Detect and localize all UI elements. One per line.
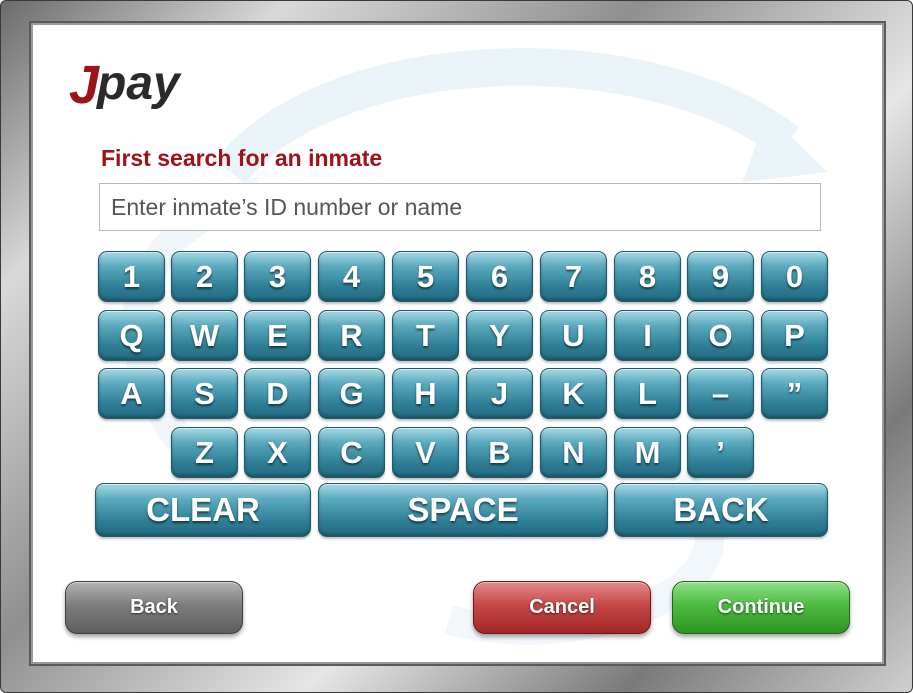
back-button-label: Back bbox=[130, 596, 178, 618]
key-6[interactable]: 6 bbox=[466, 251, 533, 302]
key-3[interactable]: 3 bbox=[244, 251, 311, 302]
backspace-key[interactable]: BACK bbox=[614, 483, 828, 537]
inmate-search-input[interactable] bbox=[99, 183, 821, 231]
key-c[interactable]: C bbox=[318, 427, 385, 478]
key-g[interactable]: G bbox=[318, 368, 385, 419]
key-e[interactable]: E bbox=[244, 310, 311, 361]
space-key[interactable]: SPACE bbox=[318, 483, 608, 537]
key-m[interactable]: M bbox=[614, 427, 681, 478]
key-z[interactable]: Z bbox=[171, 427, 238, 478]
key-i[interactable]: I bbox=[614, 310, 681, 361]
key-hyphen[interactable]: – bbox=[687, 368, 754, 419]
search-heading: First search for an inmate bbox=[101, 145, 383, 171]
key-5[interactable]: 5 bbox=[392, 251, 459, 302]
back-button[interactable]: Back bbox=[65, 581, 243, 634]
key-apostrophe[interactable]: ’ bbox=[687, 427, 754, 478]
key-w[interactable]: W bbox=[171, 310, 238, 361]
key-y[interactable]: Y bbox=[466, 310, 533, 361]
logo-letters-pay: pay bbox=[95, 57, 182, 110]
key-k[interactable]: K bbox=[540, 368, 607, 419]
key-h[interactable]: H bbox=[392, 368, 459, 419]
key-r[interactable]: R bbox=[318, 310, 385, 361]
key-9[interactable]: 9 bbox=[687, 251, 754, 302]
jpay-logo: J pay bbox=[69, 55, 182, 115]
kiosk-frame: J pay First search for an inmate 1 2 3 4… bbox=[0, 0, 913, 693]
key-7[interactable]: 7 bbox=[540, 251, 607, 302]
key-0[interactable]: 0 bbox=[761, 251, 828, 302]
cancel-button[interactable]: Cancel bbox=[473, 581, 651, 634]
key-q[interactable]: Q bbox=[98, 310, 165, 361]
clear-key[interactable]: CLEAR bbox=[95, 483, 311, 537]
key-v[interactable]: V bbox=[392, 427, 459, 478]
key-4[interactable]: 4 bbox=[318, 251, 385, 302]
key-8[interactable]: 8 bbox=[614, 251, 681, 302]
key-o[interactable]: O bbox=[687, 310, 754, 361]
key-d[interactable]: D bbox=[244, 368, 311, 419]
key-j[interactable]: J bbox=[466, 368, 533, 419]
key-x[interactable]: X bbox=[244, 427, 311, 478]
key-u[interactable]: U bbox=[540, 310, 607, 361]
continue-button-label: Continue bbox=[717, 596, 805, 618]
key-s[interactable]: S bbox=[171, 368, 238, 419]
cancel-button-label: Cancel bbox=[529, 596, 595, 618]
key-n[interactable]: N bbox=[540, 427, 607, 478]
key-a[interactable]: A bbox=[98, 368, 165, 419]
key-b[interactable]: B bbox=[466, 427, 533, 478]
kiosk-screen: J pay First search for an inmate 1 2 3 4… bbox=[29, 21, 886, 666]
key-1[interactable]: 1 bbox=[98, 251, 165, 302]
key-2[interactable]: 2 bbox=[171, 251, 238, 302]
key-p[interactable]: P bbox=[761, 310, 828, 361]
logo-letter-j: J bbox=[69, 55, 100, 115]
continue-button[interactable]: Continue bbox=[672, 581, 850, 634]
key-l[interactable]: L bbox=[614, 368, 681, 419]
key-t[interactable]: T bbox=[392, 310, 459, 361]
key-double-quote[interactable]: ” bbox=[761, 368, 828, 419]
